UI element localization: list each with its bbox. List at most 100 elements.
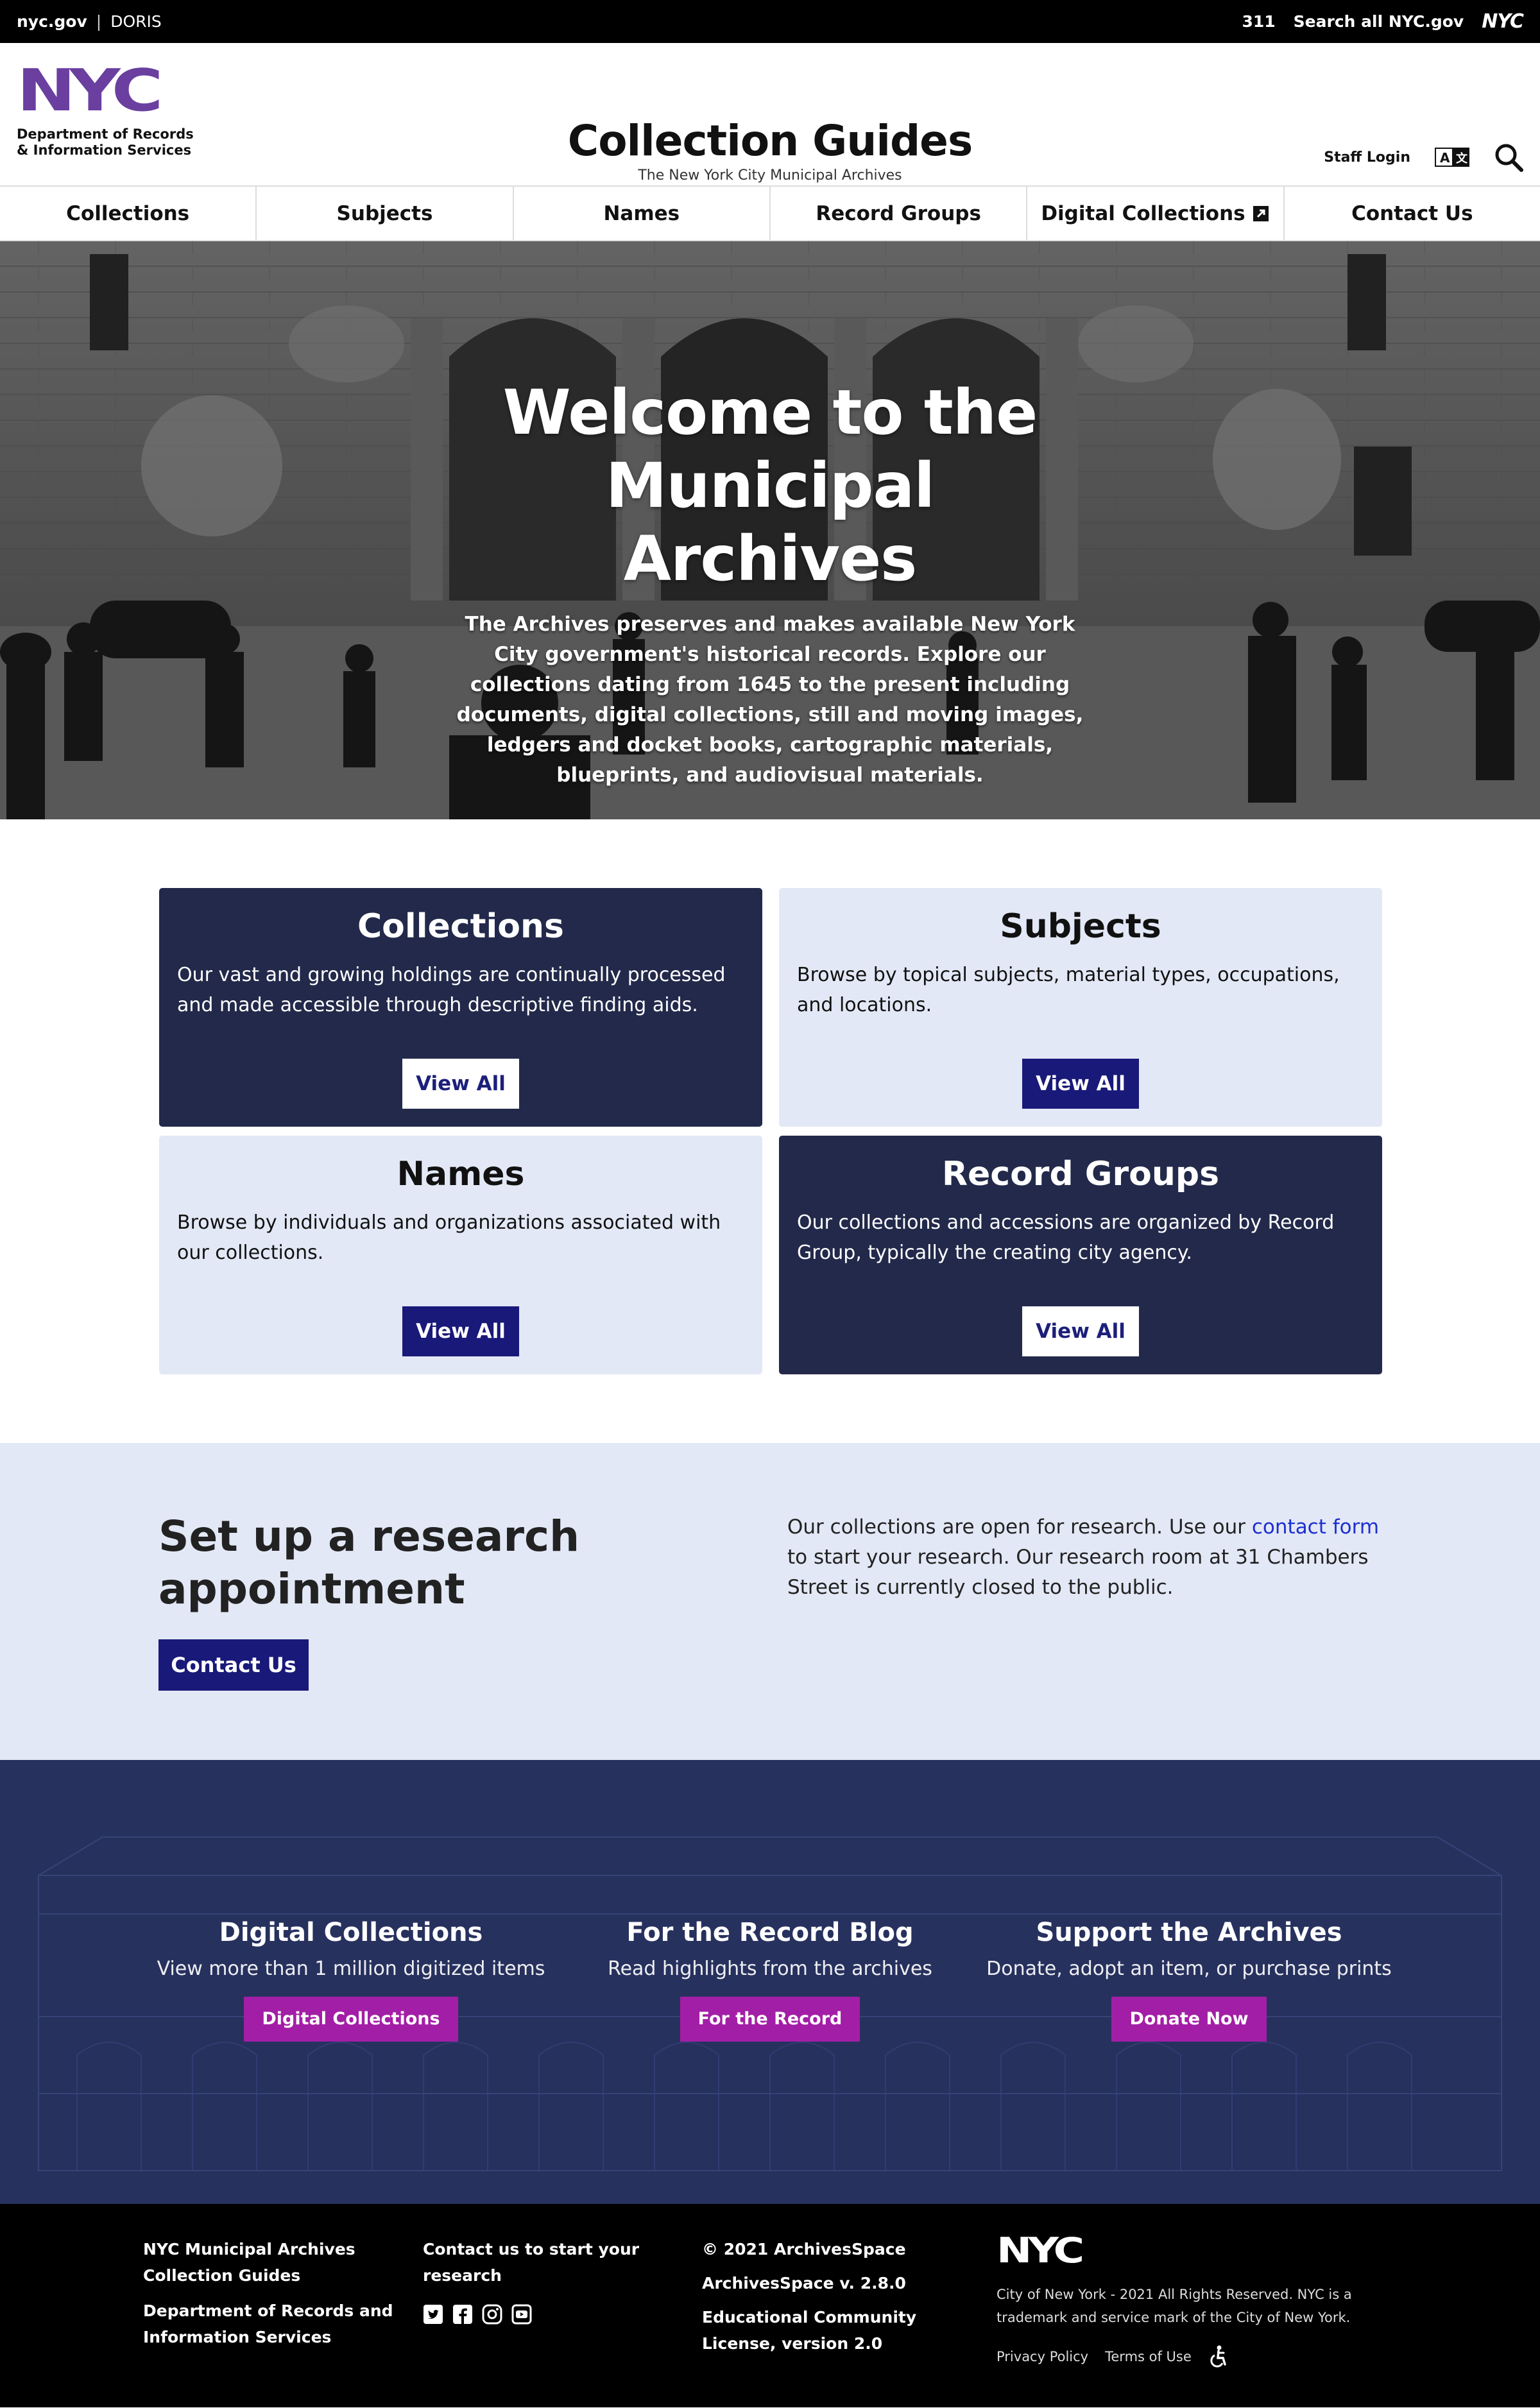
nav-collections[interactable]: Collections xyxy=(0,187,257,240)
promo-description: Read highlights from the archives xyxy=(608,1958,932,1980)
card-text: Browse by individuals and organizations … xyxy=(177,1211,721,1264)
doris-link[interactable]: DORIS xyxy=(110,12,162,31)
accessibility-icon[interactable] xyxy=(1208,2345,1229,2368)
view-all-names-button[interactable]: View All xyxy=(402,1306,519,1356)
privacy-policy-link[interactable]: Privacy Policy xyxy=(997,2349,1088,2364)
nav-label: Names xyxy=(603,201,680,225)
hero-description: The Archives preserves and makes availab… xyxy=(456,613,1084,787)
footer-links: Privacy Policy Terms of Use xyxy=(997,2345,1229,2368)
card-title: Names xyxy=(397,1155,525,1193)
footer-doris-line1[interactable]: Department of Records and xyxy=(143,2298,393,2324)
card-text: Browse by topical subjects, material typ… xyxy=(797,964,1340,1016)
311-link[interactable]: 311 xyxy=(1242,12,1275,31)
card-title: Record Groups xyxy=(941,1155,1220,1193)
card-record-groups: Record Groups Our collections and access… xyxy=(779,1136,1382,1374)
youtube-icon[interactable] xyxy=(511,2304,532,2325)
nyc-logo-mark: NYC xyxy=(17,56,166,124)
search-all-nycgov-link[interactable]: Search all NYC.gov xyxy=(1294,12,1464,31)
header-actions: Staff Login A 文 xyxy=(1324,142,1523,172)
site-title[interactable]: Collection Guides xyxy=(0,116,1540,166)
top-bar-left: nyc.gov | DORIS xyxy=(17,12,162,31)
footer-contact-link-line2[interactable]: research xyxy=(423,2262,639,2289)
top-bar: nyc.gov | DORIS 311 Search all NYC.gov N… xyxy=(0,0,1540,43)
promo-for-the-record: For the Record Blog Read highlights from… xyxy=(565,1918,975,2042)
contact-form-link[interactable]: contact form xyxy=(1252,1516,1379,1539)
hero-content: Welcome to the Municipal Archives The Ar… xyxy=(0,376,1540,790)
view-all-collections-button[interactable]: View All xyxy=(402,1059,519,1109)
svg-text:文: 文 xyxy=(1456,151,1468,166)
nav-names[interactable]: Names xyxy=(514,187,771,240)
digital-collections-button[interactable]: Digital Collections xyxy=(244,1997,458,2042)
card-text: Our vast and growing holdings are contin… xyxy=(177,964,726,1016)
svg-text:NYC: NYC xyxy=(17,66,159,123)
research-title-line1: Set up a research xyxy=(158,1512,580,1561)
svg-text:NYC: NYC xyxy=(997,2236,1082,2269)
external-link-icon xyxy=(1253,205,1269,221)
footer-col-archives: NYC Municipal Archives Collection Guides… xyxy=(143,2236,393,2350)
footer-contact-link-line1[interactable]: Contact us to start your xyxy=(423,2236,639,2262)
svg-text:A: A xyxy=(1440,150,1450,166)
site-subtitle: The New York City Municipal Archives xyxy=(638,167,902,184)
footer-col-contact: Contact us to start your research xyxy=(423,2236,639,2325)
card-names: Names Browse by individuals and organiza… xyxy=(159,1136,762,1374)
footer-doris-line2[interactable]: Information Services xyxy=(143,2324,393,2350)
card-title: Collections xyxy=(357,907,564,946)
nav-label: Contact Us xyxy=(1351,201,1473,225)
nav-label: Collections xyxy=(66,201,190,225)
translate-icon[interactable]: A 文 xyxy=(1435,148,1469,167)
search-icon[interactable] xyxy=(1494,142,1523,172)
card-title: Subjects xyxy=(1000,907,1161,946)
hero-title-line1: Welcome to the xyxy=(502,377,1038,448)
card-collections: Collections Our vast and growing holding… xyxy=(159,888,762,1127)
promo-section: Digital Collections View more than 1 mil… xyxy=(0,1760,1540,2204)
nav-label: Subjects xyxy=(336,201,433,225)
promo-title: For the Record Blog xyxy=(626,1918,914,1947)
nav-subjects[interactable]: Subjects xyxy=(257,187,514,240)
hero-title: Welcome to the Municipal Archives xyxy=(481,376,1059,595)
contact-us-button[interactable]: Contact Us xyxy=(158,1639,309,1691)
nyc-footer-logo[interactable]: NYC xyxy=(997,2236,1095,2269)
donate-now-button[interactable]: Donate Now xyxy=(1111,1997,1267,2042)
nav-record-groups[interactable]: Record Groups xyxy=(771,187,1028,240)
nav-label: Digital Collections xyxy=(1041,201,1245,225)
promo-digital-collections: Digital Collections View more than 1 mil… xyxy=(146,1918,556,2042)
promo-title: Digital Collections xyxy=(219,1918,483,1947)
promo-description: View more than 1 million digitized items xyxy=(157,1958,545,1980)
promo-title: Support the Archives xyxy=(1036,1918,1342,1947)
footer-archivesspace-copyright[interactable]: © 2021 ArchivesSpace xyxy=(702,2236,916,2262)
footer-col-archivesspace: © 2021 ArchivesSpace ArchivesSpace v. 2.… xyxy=(702,2236,916,2357)
terms-of-use-link[interactable]: Terms of Use xyxy=(1105,2349,1192,2364)
card-subjects: Subjects Browse by topical subjects, mat… xyxy=(779,888,1382,1127)
research-title: Set up a research appointment xyxy=(158,1510,579,1616)
card-text: Our collections and accessions are organ… xyxy=(797,1211,1335,1264)
top-bar-separator: | xyxy=(96,12,102,31)
footer-archives-link[interactable]: NYC Municipal Archives xyxy=(143,2236,393,2262)
research-appointment-section: Set up a research appointment Contact Us… xyxy=(0,1443,1540,1760)
promo-description: Donate, adopt an item, or purchase print… xyxy=(986,1958,1392,1980)
hero-title-line2: Municipal Archives xyxy=(605,450,935,595)
footer-archivesspace-version[interactable]: ArchivesSpace v. 2.8.0 xyxy=(702,2270,916,2296)
instagram-icon[interactable] xyxy=(482,2304,502,2325)
social-links xyxy=(423,2304,639,2325)
view-all-record-groups-button[interactable]: View All xyxy=(1022,1306,1139,1356)
footer-collection-guides-link[interactable]: Collection Guides xyxy=(143,2262,393,2289)
nycgov-link[interactable]: nyc.gov xyxy=(17,12,87,31)
nav-label: Record Groups xyxy=(816,201,981,225)
for-the-record-button[interactable]: For the Record xyxy=(680,1997,860,2042)
nyc-logo-small[interactable]: NYC xyxy=(1482,10,1524,33)
nav-digital-collections[interactable]: Digital Collections xyxy=(1027,187,1285,240)
footer-license-line1[interactable]: Educational Community xyxy=(702,2304,916,2330)
view-all-subjects-button[interactable]: View All xyxy=(1022,1059,1139,1109)
nav-contact-us[interactable]: Contact Us xyxy=(1285,187,1540,240)
browse-cards: Collections Our vast and growing holding… xyxy=(0,819,1540,1443)
research-text: Our collections are open for research. U… xyxy=(787,1512,1390,1603)
promo-support: Support the Archives Donate, adopt an it… xyxy=(984,1918,1394,2042)
hero-banner: Welcome to the Municipal Archives The Ar… xyxy=(0,241,1540,819)
footer-legal-text: City of New York - 2021 All Rights Reser… xyxy=(997,2287,1352,2325)
main-nav: Collections Subjects Names Record Groups… xyxy=(0,185,1540,241)
footer-license-line2[interactable]: License, version 2.0 xyxy=(702,2330,916,2357)
facebook-icon[interactable] xyxy=(452,2304,473,2325)
twitter-icon[interactable] xyxy=(423,2304,443,2325)
staff-login-link[interactable]: Staff Login xyxy=(1324,149,1410,166)
top-bar-right: 311 Search all NYC.gov NYC xyxy=(1242,10,1524,33)
